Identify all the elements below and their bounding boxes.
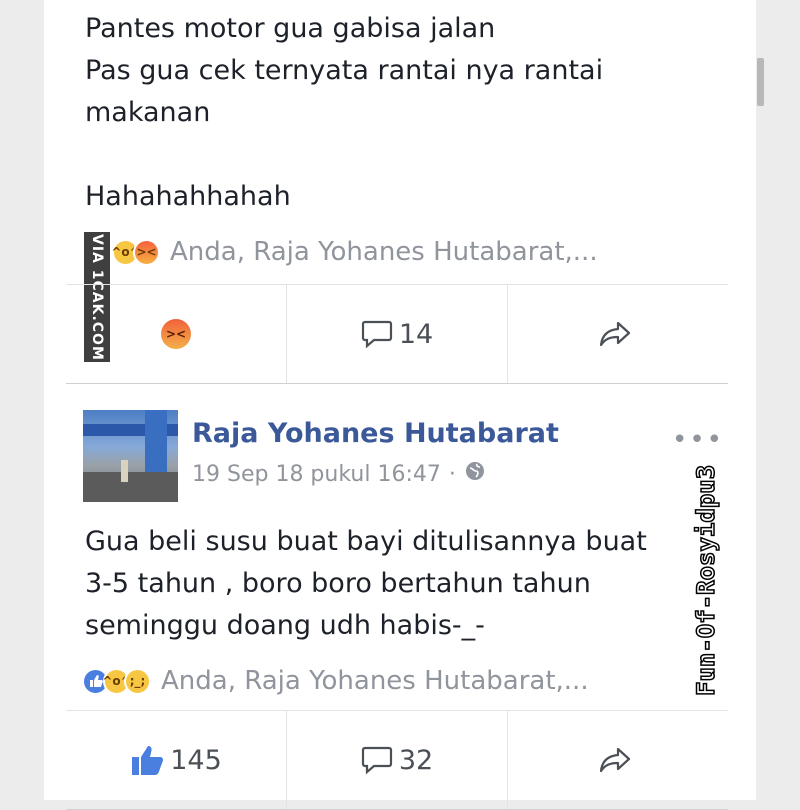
sad-emoji-icon: ;_; <box>124 667 151 695</box>
thumbs-up-icon <box>130 744 164 776</box>
share-icon <box>598 320 632 348</box>
post-2-reactions[interactable]: ^o^ ;_; Anda, Raja Yohanes Hutabarat,... <box>82 661 589 701</box>
post-2-author[interactable]: Raja Yohanes Hutabarat <box>192 418 559 449</box>
angry-emoji-icon: >< <box>133 238 160 266</box>
post-1-share-button[interactable] <box>508 285 728 383</box>
meta-separator: · <box>448 461 456 487</box>
scrollbar[interactable] <box>757 58 764 106</box>
globe-icon <box>464 460 486 488</box>
post-1-react-button[interactable]: >< <box>66 285 287 383</box>
post-1-comment-count: 14 <box>398 318 434 350</box>
post-2-meta: 19 Sep 18 pukul 16:47 · <box>192 460 486 488</box>
post-2-like-button[interactable]: 145 <box>66 711 287 809</box>
share-icon <box>598 746 632 774</box>
post-1-reaction-names[interactable]: Anda, Raja Yohanes Hutabarat,... <box>170 237 598 267</box>
post-2-action-bar: 145 32 <box>66 710 728 810</box>
post-1-action-bar: >< 14 <box>66 284 728 384</box>
post-1-comment-button[interactable]: 14 <box>287 285 508 383</box>
post-1-text: Pantes motor gua gabisa jalan Pas gua ce… <box>85 13 604 212</box>
post-2-share-button[interactable] <box>508 711 728 809</box>
comment-icon <box>361 319 393 349</box>
post-2-reaction-names[interactable]: Anda, Raja Yohanes Hutabarat,... <box>161 666 589 696</box>
post-2-like-count: 145 <box>170 744 222 776</box>
post-2-comment-button[interactable]: 32 <box>287 711 508 809</box>
post-2-text: Gua beli susu buat bayi ditulisannya bua… <box>85 526 647 641</box>
angry-icon: >< <box>161 319 191 349</box>
watermark-fun-of-rosyidpu3: Fun-Of-Rosyidpu3 <box>691 464 721 697</box>
author-avatar[interactable] <box>83 410 178 502</box>
post-2-comment-count: 32 <box>398 744 434 776</box>
post-1-reactions[interactable]: ^o^ >< Anda, Raja Yohanes Hutabarat,... <box>111 232 598 272</box>
post-2-timestamp[interactable]: 19 Sep 18 pukul 16:47 <box>192 462 441 487</box>
comment-icon <box>361 745 393 775</box>
